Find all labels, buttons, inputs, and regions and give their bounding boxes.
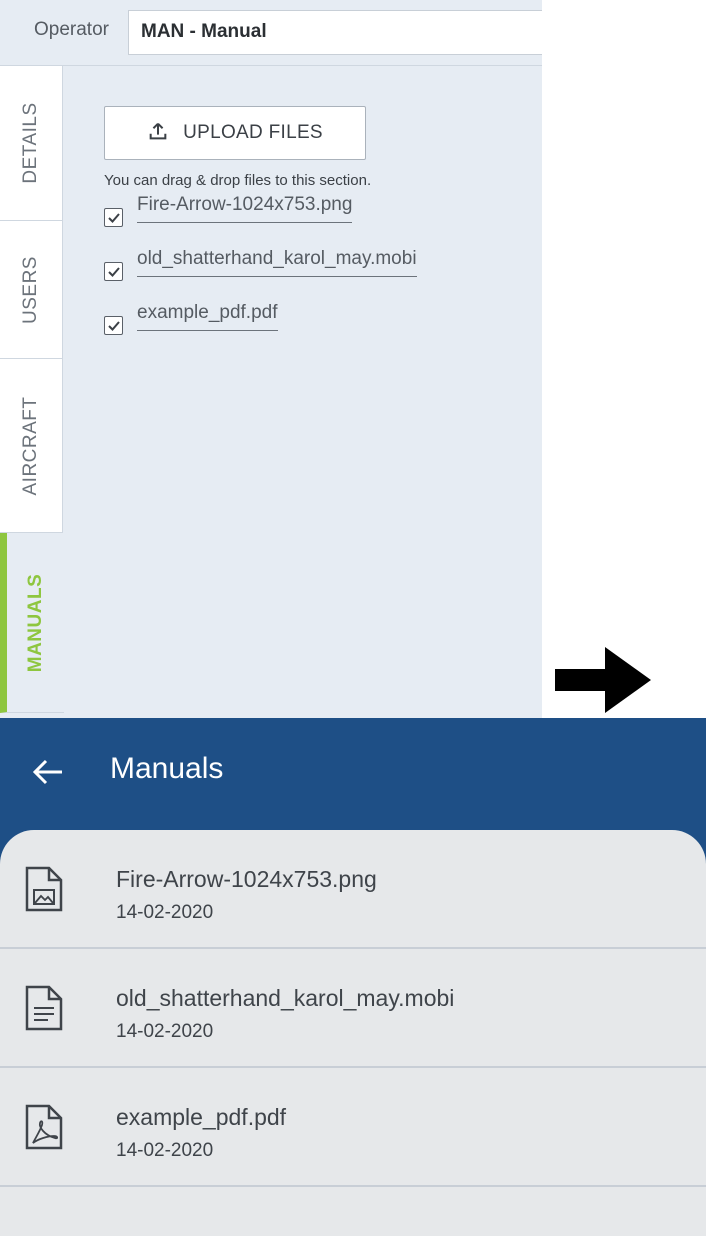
upload-files-button[interactable]: UPLOAD FILES bbox=[104, 106, 366, 160]
tab-users[interactable]: USERS bbox=[0, 221, 63, 359]
file-checkbox[interactable] bbox=[104, 262, 123, 281]
list-item[interactable]: Fire-Arrow-1024x753.png 14-02-2020 bbox=[0, 830, 706, 949]
file-row: example_pdf.pdf bbox=[104, 302, 278, 338]
file-row: Fire-Arrow-1024x753.png bbox=[104, 194, 353, 230]
tab-manuals[interactable]: MANUALS bbox=[0, 533, 64, 713]
right-arrow-icon bbox=[555, 647, 651, 713]
operator-select[interactable]: MAN - Manual bbox=[128, 10, 542, 55]
operator-value: MAN - Manual bbox=[141, 21, 267, 42]
file-name: Fire-Arrow-1024x753.png bbox=[116, 866, 377, 892]
file-checkbox[interactable] bbox=[104, 316, 123, 335]
page-title: Manuals bbox=[110, 752, 224, 785]
mobile-screen: Manuals Fire-Arrow-1024x753.png 14-02-20… bbox=[0, 718, 706, 1236]
file-date: 14-02-2020 bbox=[116, 902, 214, 923]
list-item[interactable]: old_shatterhand_karol_may.mobi 14-02-202… bbox=[0, 949, 706, 1068]
operator-label: Operator bbox=[34, 19, 109, 40]
file-link[interactable]: old_shatterhand_karol_may.mobi bbox=[137, 248, 417, 277]
file-name: example_pdf.pdf bbox=[116, 1104, 287, 1130]
web-panel: Operator MAN - Manual DETAILS USERS AIRC… bbox=[0, 0, 542, 718]
tab-label: USERS bbox=[20, 255, 41, 324]
manuals-list: Fire-Arrow-1024x753.png 14-02-2020 old_s… bbox=[0, 830, 706, 1236]
tab-label: MANUALS bbox=[24, 573, 46, 672]
list-item[interactable]: example_pdf.pdf 14-02-2020 bbox=[0, 1068, 706, 1187]
app-header: Manuals bbox=[0, 718, 706, 830]
drag-drop-hint: You can drag & drop files to this sectio… bbox=[104, 172, 372, 189]
tab-aircraft[interactable]: AIRCRAFT bbox=[0, 359, 63, 533]
operator-bar: Operator MAN - Manual bbox=[0, 0, 542, 66]
file-link[interactable]: example_pdf.pdf bbox=[137, 302, 278, 331]
upload-files-label: UPLOAD FILES bbox=[183, 122, 323, 143]
file-row: old_shatterhand_karol_may.mobi bbox=[104, 248, 417, 284]
image-file-icon bbox=[24, 865, 64, 913]
file-date: 14-02-2020 bbox=[116, 1021, 214, 1042]
file-checkbox[interactable] bbox=[104, 208, 123, 227]
file-name: old_shatterhand_karol_may.mobi bbox=[116, 985, 455, 1011]
tab-label: AIRCRAFT bbox=[20, 396, 41, 495]
upload-icon bbox=[147, 120, 169, 147]
manuals-content: UPLOAD FILES You can drag & drop files t… bbox=[64, 66, 542, 718]
text-file-icon bbox=[24, 984, 64, 1032]
file-link[interactable]: Fire-Arrow-1024x753.png bbox=[137, 194, 353, 223]
tab-label: DETAILS bbox=[20, 102, 41, 184]
tab-details[interactable]: DETAILS bbox=[0, 66, 63, 221]
vertical-tabs: DETAILS USERS AIRCRAFT MANUALS bbox=[0, 66, 64, 718]
file-date: 14-02-2020 bbox=[116, 1140, 214, 1161]
back-arrow-icon[interactable] bbox=[28, 752, 68, 792]
pdf-file-icon bbox=[24, 1103, 64, 1151]
